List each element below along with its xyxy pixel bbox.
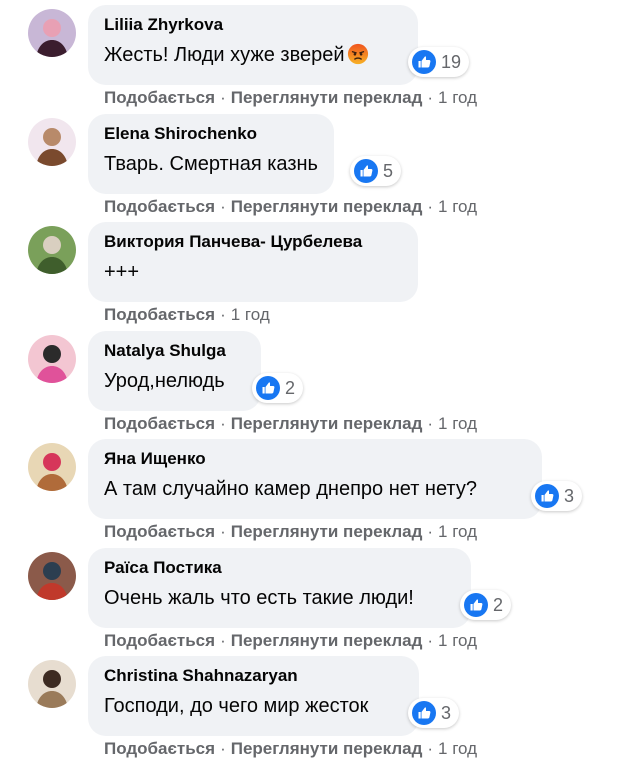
separator: · — [427, 197, 434, 216]
avatar[interactable] — [28, 552, 76, 600]
comment: Natalya Shulga Урод,нелюдь 2 Подобається · Пе… — [0, 331, 643, 439]
comment: Виктория Панчева- Цурбелева +++ Подобаєтьс… — [0, 222, 643, 330]
like-button[interactable]: Подобається — [104, 197, 215, 216]
separator: · — [220, 88, 226, 107]
separator: · — [220, 739, 226, 758]
avatar[interactable] — [28, 443, 76, 491]
comment-timestamp[interactable]: 1 год — [438, 197, 477, 216]
comment-actions: Подобається · 1 год — [104, 304, 270, 326]
separator: · — [427, 414, 434, 433]
comment-actions: Подобається · Переглянути переклад · 1 год — [104, 630, 477, 652]
comment-bubble: Elena Shirochenko Тварь. Смертная казнь — [88, 114, 334, 194]
see-translation-button[interactable]: Переглянути переклад — [231, 739, 423, 758]
like-button[interactable]: Подобається — [104, 305, 215, 324]
avatar[interactable] — [28, 226, 76, 274]
reaction-count-badge[interactable]: 2 — [252, 373, 304, 403]
reaction-count-badge[interactable]: 5 — [350, 156, 402, 186]
separator: · — [427, 739, 434, 758]
like-icon — [256, 376, 280, 400]
comment-actions: Подобається · Переглянути переклад · 1 год — [104, 738, 477, 760]
avatar[interactable] — [28, 118, 76, 166]
comment-author[interactable]: Яна Ищенко — [104, 448, 526, 470]
comment-bubble: Christina Shahnazaryan Господи, до чего м… — [88, 656, 419, 736]
comment-timestamp[interactable]: 1 год — [231, 305, 270, 324]
see-translation-button[interactable]: Переглянути переклад — [231, 522, 423, 541]
avatar[interactable] — [28, 660, 76, 708]
comment-author[interactable]: Виктория Панчева- Цурбелева — [104, 231, 402, 253]
like-icon — [412, 50, 436, 74]
comment-author[interactable]: Раїса Постика — [104, 557, 455, 579]
reaction-count: 2 — [493, 595, 504, 615]
comment-actions: Подобається · Переглянути переклад · 1 год — [104, 521, 477, 543]
angry-face-icon — [345, 43, 369, 66]
like-button[interactable]: Подобається — [104, 88, 215, 107]
separator: · — [220, 631, 226, 650]
comment-bubble: Виктория Панчева- Цурбелева +++ — [88, 222, 418, 302]
comment: Яна Ищенко А там случайно камер днепро не… — [0, 439, 643, 547]
reaction-count: 3 — [441, 703, 452, 723]
comment-bubble: Яна Ищенко А там случайно камер днепро не… — [88, 439, 542, 519]
see-translation-button[interactable]: Переглянути переклад — [231, 197, 423, 216]
comment: Liliia Zhyrkova Жесть! Люди хуже зверей 19… — [0, 5, 643, 113]
see-translation-button[interactable]: Переглянути переклад — [231, 88, 423, 107]
like-button[interactable]: Подобається — [104, 414, 215, 433]
reaction-count: 2 — [285, 378, 296, 398]
comment-text: Очень жаль что есть такие люди! — [104, 587, 414, 609]
comment-bubble: Раїса Постика Очень жаль что есть такие л… — [88, 548, 471, 628]
comment: Elena Shirochenko Тварь. Смертная казнь 5 П… — [0, 114, 643, 222]
reaction-count: 5 — [383, 161, 394, 181]
reaction-count-badge[interactable]: 19 — [408, 47, 470, 77]
reaction-count-badge[interactable]: 3 — [531, 481, 583, 511]
separator: · — [220, 197, 226, 216]
comment-timestamp[interactable]: 1 год — [438, 739, 477, 758]
reaction-count-badge[interactable]: 3 — [408, 698, 460, 728]
comment-actions: Подобається · Переглянути переклад · 1 год — [104, 87, 477, 109]
see-translation-button[interactable]: Переглянути переклад — [231, 414, 423, 433]
separator: · — [220, 414, 226, 433]
comment-text: Урод,нелюдь — [104, 370, 225, 392]
see-translation-button[interactable]: Переглянути переклад — [231, 631, 423, 650]
comment-timestamp[interactable]: 1 год — [438, 88, 477, 107]
comment-text: Господи, до чего мир жесток — [104, 695, 369, 717]
reaction-count: 3 — [564, 486, 575, 506]
like-icon — [464, 593, 488, 617]
like-button[interactable]: Подобається — [104, 522, 215, 541]
comment-author[interactable]: Elena Shirochenko — [104, 123, 318, 145]
comment-text: А там случайно камер днепро нет нету? — [104, 478, 477, 500]
reaction-count-badge[interactable]: 2 — [460, 590, 512, 620]
separator: · — [220, 305, 226, 324]
like-icon — [535, 484, 559, 508]
comment-actions: Подобається · Переглянути переклад · 1 год — [104, 196, 477, 218]
comment: Christina Shahnazaryan Господи, до чего м… — [0, 656, 643, 764]
comment-author[interactable]: Natalya Shulga — [104, 340, 245, 362]
like-button[interactable]: Подобається — [104, 631, 215, 650]
separator: · — [427, 631, 434, 650]
reaction-count: 19 — [441, 52, 462, 72]
comment-text: Тварь. Смертная казнь — [104, 153, 318, 175]
comment-text: Жесть! Люди хуже зверей — [104, 40, 402, 70]
comment-timestamp[interactable]: 1 год — [438, 631, 477, 650]
like-button[interactable]: Подобається — [104, 739, 215, 758]
like-icon — [412, 701, 436, 725]
avatar[interactable] — [28, 335, 76, 383]
separator: · — [427, 88, 434, 107]
comment-timestamp[interactable]: 1 год — [438, 522, 477, 541]
comment-bubble: Natalya Shulga Урод,нелюдь — [88, 331, 261, 411]
like-icon — [354, 159, 378, 183]
comment-text: +++ — [104, 261, 140, 283]
separator: · — [427, 522, 434, 541]
separator: · — [220, 522, 226, 541]
comment-actions: Подобається · Переглянути переклад · 1 год — [104, 413, 477, 435]
comment: Раїса Постика Очень жаль что есть такие л… — [0, 548, 643, 656]
comment-timestamp[interactable]: 1 год — [438, 414, 477, 433]
comment-author[interactable]: Christina Shahnazaryan — [104, 665, 403, 687]
comment-bubble: Liliia Zhyrkova Жесть! Люди хуже зверей — [88, 5, 418, 85]
comment-author[interactable]: Liliia Zhyrkova — [104, 14, 402, 36]
avatar[interactable] — [28, 9, 76, 57]
